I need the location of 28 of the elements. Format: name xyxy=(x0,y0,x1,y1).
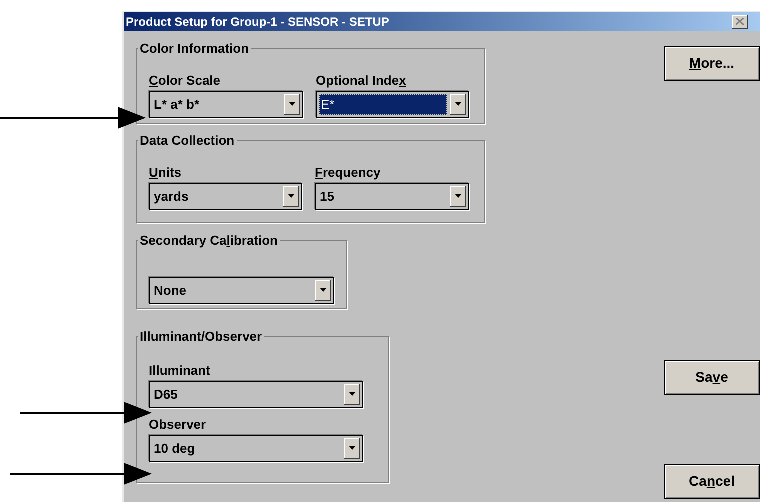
dropdown-value: E* xyxy=(319,94,447,114)
dropdown[interactable]: L* a* b* xyxy=(149,90,303,118)
dropdown-value: 10 deg xyxy=(153,440,196,458)
dropdown-value: None xyxy=(153,282,188,300)
dropdown[interactable]: None xyxy=(149,276,334,304)
field-label: Units xyxy=(149,164,183,182)
group-title: Data Collection xyxy=(139,132,236,150)
dropdown-value: L* a* b* xyxy=(153,96,201,114)
dropdown[interactable]: yards xyxy=(149,182,302,210)
group-title: Secondary Calibration xyxy=(139,232,279,250)
field-label: Illuminant xyxy=(149,362,212,380)
field-label: Color Scale xyxy=(149,72,222,90)
dropdown-value: D65 xyxy=(153,386,179,404)
dropdown-value: yards xyxy=(153,188,190,206)
dialog-button[interactable]: Save xyxy=(664,360,760,395)
dialog-button[interactable]: Cancel xyxy=(664,464,760,499)
field-label: Frequency xyxy=(315,164,382,182)
dropdown[interactable]: 10 deg xyxy=(149,434,363,462)
window-title: Product Setup for Group-1 - SENSOR - SETUP xyxy=(126,14,390,30)
group-title: Color Information xyxy=(139,40,250,58)
dropdown-value: 15 xyxy=(319,188,336,206)
dropdown[interactable]: E* xyxy=(316,90,469,118)
field-label: Observer xyxy=(149,416,208,434)
dialog-button[interactable]: More... xyxy=(664,46,760,81)
dropdown[interactable]: D65 xyxy=(149,380,363,408)
dropdown[interactable]: 15 xyxy=(315,182,469,210)
group-title: Illuminant/Observer xyxy=(139,328,264,346)
field-label: Optional Index xyxy=(316,72,408,90)
